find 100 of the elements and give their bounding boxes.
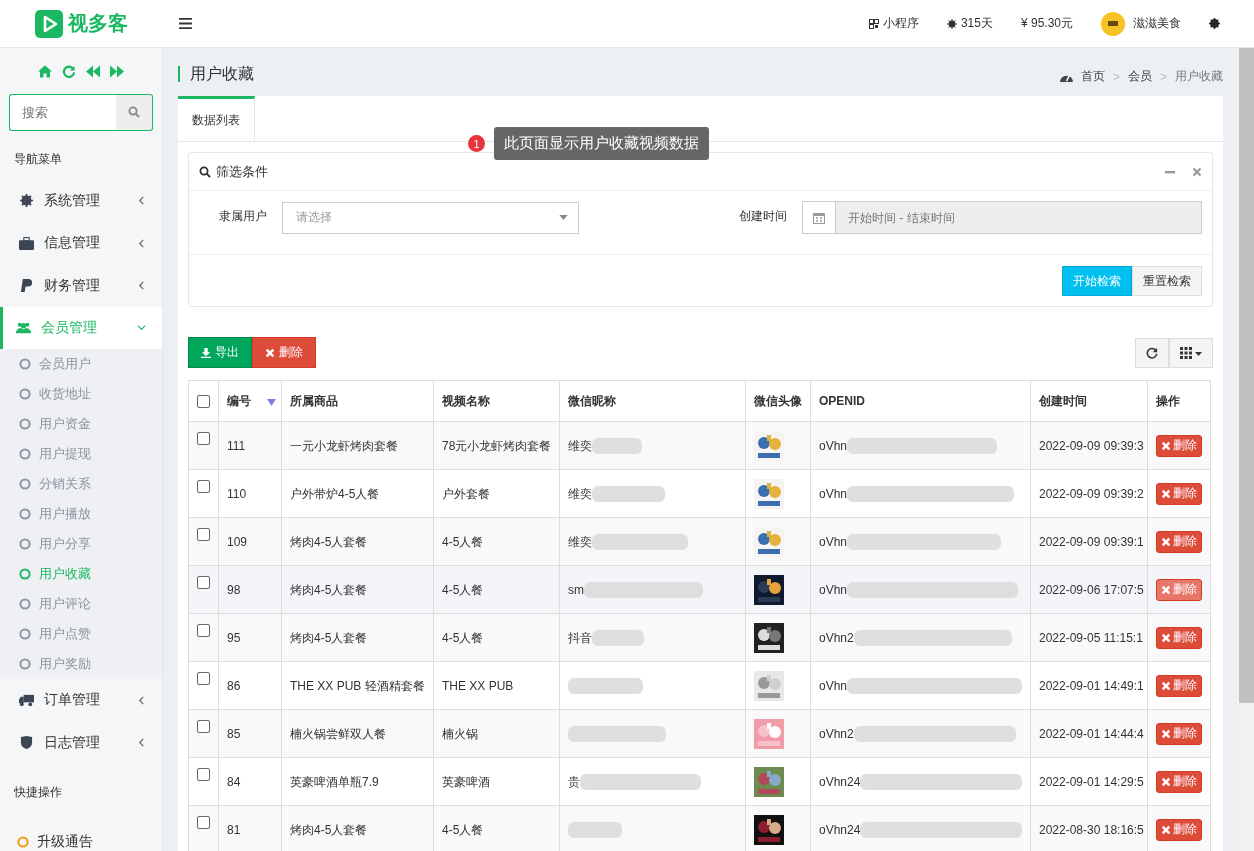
table-cell: 一元小龙虾烤肉套餐	[281, 421, 434, 470]
table-cell: 维奕	[568, 485, 592, 502]
table-cell: 110	[218, 469, 282, 518]
header-text[interactable]: 小程序	[882, 15, 919, 32]
delete-button[interactable]: 删除	[1156, 770, 1202, 793]
close-icon	[1161, 776, 1171, 787]
header-text[interactable]: ¥ 95.30元	[1020, 15, 1073, 32]
submenu-item[interactable]: 用户播放	[0, 499, 162, 530]
delete-button[interactable]: 删除	[1156, 578, 1202, 601]
table-cell: THE XX PUB 轻酒精套餐	[281, 661, 434, 710]
menu-item[interactable]: 订单管理	[0, 679, 162, 722]
row-checkbox[interactable]	[197, 528, 210, 541]
column-header[interactable]: 视频名称	[433, 380, 560, 422]
row-checkbox[interactable]	[197, 768, 210, 781]
row-checkbox[interactable]	[197, 576, 210, 589]
avatar-icon	[1101, 11, 1125, 36]
filter-title: 筛选条件	[216, 162, 268, 181]
circle-icon	[19, 628, 31, 641]
circle-icon	[19, 418, 31, 431]
submenu-item[interactable]: 分销关系	[0, 469, 162, 500]
breadcrumb-link[interactable]: 用户收藏	[1175, 68, 1223, 85]
row-checkbox[interactable]	[197, 672, 210, 685]
delete-button[interactable]: 删除	[1156, 626, 1202, 649]
table-cell: THE XX PUB	[433, 661, 560, 710]
table-cell: 78元小龙虾烤肉套餐	[433, 421, 560, 470]
close-icon	[1161, 536, 1171, 547]
delete-button[interactable]: 删除	[1156, 674, 1202, 697]
submenu-item[interactable]: 用户评论	[0, 589, 162, 620]
submenu-item[interactable]: 用户奖励	[0, 649, 162, 680]
menu-item[interactable]: 信息管理	[0, 222, 162, 265]
row-checkbox[interactable]	[197, 624, 210, 637]
field-label: 创建时间	[739, 208, 787, 225]
menu-item[interactable]: 日志管理	[0, 721, 162, 764]
tab[interactable]: 数据列表	[178, 96, 255, 141]
page-title: 用户收藏	[178, 66, 254, 82]
submenu-item[interactable]: 用户提现	[0, 439, 162, 470]
search-icon	[199, 165, 211, 178]
delete-button[interactable]: 删除	[1156, 818, 1202, 841]
row-checkbox[interactable]	[197, 816, 210, 829]
close-icon	[1161, 632, 1171, 643]
filter-button[interactable]: 重置检索	[1132, 266, 1202, 296]
submenu-item[interactable]: 用户分享	[0, 529, 162, 560]
circle-icon	[19, 358, 31, 371]
column-header[interactable]: OPENID	[810, 380, 1031, 422]
logo-icon	[35, 9, 63, 38]
export-button[interactable]: 导出	[188, 337, 252, 368]
quick-link[interactable]: 升级通告	[0, 812, 162, 851]
menu-item[interactable]: 会员管理	[0, 306, 162, 350]
delete-button[interactable]: 删除	[1156, 434, 1202, 457]
table-cell: 81	[218, 805, 282, 851]
delete-button[interactable]: 删除	[1156, 482, 1202, 505]
column-header[interactable]: 编号	[218, 380, 282, 422]
select-all-checkbox[interactable]	[197, 394, 210, 408]
menu-item[interactable]: 系统管理	[0, 179, 162, 222]
column-header[interactable]: 创建时间	[1030, 380, 1148, 422]
delete-button[interactable]: 删除	[1156, 722, 1202, 745]
table-cell: sm	[568, 581, 584, 598]
sort-icon[interactable]	[267, 399, 276, 406]
section-heading: 导航菜单	[13, 150, 63, 168]
menu-item[interactable]: 财务管理	[0, 264, 162, 307]
row-checkbox[interactable]	[197, 432, 210, 445]
circle-icon	[19, 538, 31, 551]
close-icon[interactable]	[1192, 166, 1202, 177]
menu-icon[interactable]	[179, 18, 192, 29]
submenu-item[interactable]: 收货地址	[0, 379, 162, 410]
qr-icon	[868, 18, 879, 29]
submenu-item[interactable]: 用户收藏	[0, 559, 162, 590]
submenu-item[interactable]: 会员用户	[0, 349, 162, 380]
columns-button[interactable]	[1169, 337, 1213, 368]
delete-button[interactable]: 删除	[1156, 530, 1202, 553]
circle-icon	[19, 658, 31, 671]
users-icon	[16, 321, 31, 335]
table-cell: 2022-08-30 18:16:5	[1030, 805, 1148, 851]
table-cell: oVhn24	[819, 773, 861, 790]
submenu-item[interactable]: 用户资金	[0, 409, 162, 440]
table-cell: 维奕	[568, 437, 592, 454]
delete-button[interactable]: 删除	[252, 337, 316, 368]
row-checkbox[interactable]	[197, 720, 210, 733]
user-name[interactable]: 滋滋美食	[1133, 15, 1181, 32]
column-header[interactable]: 微信头像	[745, 380, 811, 422]
column-header[interactable]: 所属商品	[281, 380, 434, 422]
breadcrumb-link[interactable]: 会员	[1128, 68, 1152, 85]
row-checkbox[interactable]	[197, 480, 210, 493]
column-header[interactable]: 操作	[1147, 380, 1211, 422]
sun-icon	[946, 18, 957, 29]
close-icon	[1161, 440, 1171, 451]
submenu-item[interactable]: 用户点赞	[0, 619, 162, 650]
close-icon	[1161, 488, 1171, 499]
breadcrumb-link[interactable]: 首页	[1080, 68, 1105, 85]
header-text[interactable]: 315天	[960, 15, 993, 32]
user-select[interactable]: 请选择	[282, 201, 579, 234]
settings-icon[interactable]	[1209, 18, 1220, 29]
redaction-blur	[592, 437, 642, 454]
table-cell: 2022-09-01 14:49:1	[1030, 661, 1148, 710]
scrollbar-thumb[interactable]	[1239, 48, 1254, 703]
refresh-button[interactable]	[1135, 337, 1169, 368]
caret-icon	[559, 215, 568, 220]
column-header[interactable]: 微信昵称	[559, 380, 746, 422]
table-cell: 4-5人餐	[433, 805, 560, 851]
filter-button[interactable]: 开始检索	[1062, 266, 1132, 296]
